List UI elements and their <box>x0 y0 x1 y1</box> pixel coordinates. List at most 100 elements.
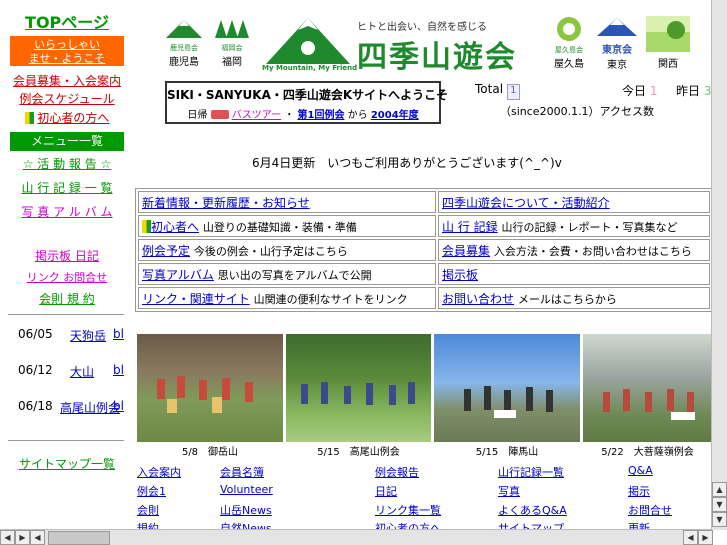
beginner-mark-icon <box>24 112 34 124</box>
branch-small-label: 福岡会 <box>221 44 243 52</box>
schedule-event[interactable]: 天狗岳 <box>70 327 106 344</box>
schedule-blog[interactable]: bl <box>113 363 124 377</box>
main-mountain-logo-icon <box>266 18 350 64</box>
menu-link[interactable]: 新着情報・更新履歴・お知らせ <box>142 196 310 210</box>
footer-link[interactable]: 例会1 <box>137 483 166 499</box>
branch-kansai[interactable]: 関西 <box>645 16 691 70</box>
sidebar-beginner[interactable]: 初心者の方へ <box>10 109 124 126</box>
schedule-blog[interactable]: bl <box>113 399 124 413</box>
menu-link[interactable]: 例会予定 <box>142 244 190 258</box>
scroll-left-icon[interactable]: ◀ <box>30 530 45 545</box>
menu-link[interactable]: リンク・関連サイト <box>142 292 250 306</box>
menu-cell: 山 行 記録 山行の記録・レポート・写真集など <box>438 215 710 237</box>
notice-link-year[interactable]: 2004年度 <box>371 110 419 121</box>
sitemap-link[interactable]: サイトマップ一覧 <box>10 455 124 472</box>
sidebar-menu-5[interactable]: リンク お問合せ <box>10 269 124 285</box>
notice-prefix: 日帰 <box>187 110 208 121</box>
branch-yakushima[interactable]: 屋久島会 屋久島 <box>550 16 588 70</box>
menu-cell: リンク・関連サイト 山関連の便利なサイトをリンク <box>138 287 436 309</box>
menu-link[interactable]: 会員募集 <box>442 244 490 258</box>
footer-link[interactable]: 会則 <box>137 502 159 518</box>
menu-link[interactable]: 写真アルバム <box>142 268 214 282</box>
scroll-up-icon[interactable]: ▲ <box>712 482 727 497</box>
footer-link[interactable]: 山岳News <box>220 502 272 518</box>
group-photo[interactable] <box>434 334 580 442</box>
brand-logo[interactable]: My Mountain, My Friend ヒトと出会い、自然を感じる 四季山… <box>262 14 542 76</box>
sidebar-link-schedule[interactable]: 例会スケジュール <box>10 90 124 107</box>
footer-link[interactable]: 日記 <box>375 483 397 499</box>
counter-label: Total <box>475 82 504 96</box>
mountain-logo-icon <box>166 20 202 38</box>
brand-subtitle: My Mountain, My Friend <box>262 64 358 72</box>
branch-label: 関西 <box>658 59 678 70</box>
branch-small-label: 鹿児島会 <box>170 44 198 52</box>
scroll-down-icon[interactable]: ▼ <box>712 512 727 527</box>
footer-link[interactable]: リンク集一覧 <box>375 502 441 518</box>
group-photo[interactable] <box>286 334 431 442</box>
footer-link[interactable]: お問合せ <box>628 502 672 518</box>
notice-link-first[interactable]: 第1回例会 <box>297 110 344 121</box>
sidebar-menu-1[interactable]: ☆ 活 動 報 告 ☆ <box>10 155 124 172</box>
counter-yesterday: 昨日 3 <box>676 82 711 99</box>
group-photo[interactable] <box>583 334 712 442</box>
hikers-group-icon <box>464 386 553 418</box>
table-row: 初心者へ 山登りの基礎知識・装備・準備 山 行 記録 山行の記録・レポート・写真… <box>138 215 710 237</box>
scroll-right-icon[interactable]: ▶ <box>698 530 713 545</box>
scroll-thumb[interactable] <box>48 531 110 545</box>
footer-link[interactable]: 入会案内 <box>137 464 181 480</box>
counter-total: Total 1 <box>475 82 520 100</box>
branch-kagoshima[interactable]: 鹿児島会 鹿児島 <box>163 18 205 68</box>
sidebar-link-recruit[interactable]: 会員募集・入会案内 <box>10 72 124 89</box>
sidebar-menu-2[interactable]: 山 行 記 録 一 覧 <box>10 179 124 196</box>
group-photo[interactable] <box>137 334 283 442</box>
sidebar-menu-4[interactable]: 掲示板 日記 <box>10 247 124 264</box>
scroll-left-icon[interactable]: ◀ <box>683 530 698 545</box>
footer-link[interactable]: 写真 <box>498 483 520 499</box>
branch-label: 鹿児島 <box>169 57 199 68</box>
branch-small-label: 東京会 <box>602 45 632 56</box>
schedule-event[interactable]: 大山 <box>70 363 94 380</box>
schedule-blog[interactable]: bl <box>113 327 124 341</box>
footer-link[interactable]: Volunteer <box>220 483 273 496</box>
photo-caption: 5/15 陣馬山 <box>475 447 539 458</box>
menu-link[interactable]: 掲示板 <box>442 268 478 282</box>
menu-cell: 掲示板 <box>438 263 710 285</box>
footer-link[interactable]: よくあるQ&A <box>498 502 567 518</box>
menu-list-box[interactable]: メニュー一覧 <box>10 132 124 151</box>
scroll-left-icon[interactable]: ◀ <box>0 530 15 545</box>
footer-link[interactable]: 例会報告 <box>375 464 419 480</box>
left-sidebar: TOPページ いらっしゃい ませ・ようこそ 会員募集・入会案内 例会スケジュール… <box>0 0 130 530</box>
sidebar-menu-6[interactable]: 会則 規 約 <box>10 290 124 307</box>
notice-link-bus[interactable]: バスツアー <box>232 110 281 121</box>
sidebar-menu-3[interactable]: 写 真 ア ル バ ム <box>10 203 124 220</box>
sidebar-divider <box>8 440 124 441</box>
scroll-down-icon[interactable]: ▼ <box>712 497 727 512</box>
schedule-event[interactable]: 高尾山例会 <box>60 399 120 416</box>
menu-link[interactable]: 山 行 記録 <box>442 220 498 234</box>
top-page-link[interactable]: TOPページ <box>10 9 124 33</box>
menu-link[interactable]: お問い合わせ <box>442 292 514 306</box>
welcome-box[interactable]: いらっしゃい ませ・ようこそ <box>10 36 124 66</box>
menu-desc: 思い出の写真をアルバムで公開 <box>217 268 372 282</box>
menu-cell: 初心者へ 山登りの基礎知識・装備・準備 <box>138 215 436 237</box>
menu-link[interactable]: 初心者へ <box>151 220 199 234</box>
schedule-row: 06/05 天狗岳 bl <box>18 327 128 344</box>
footer-link[interactable]: 会員名簿 <box>220 464 264 480</box>
sidebar-link-beginner[interactable]: 初心者の方へ <box>37 111 109 125</box>
footer-link[interactable]: 山行記録一覧 <box>498 464 564 480</box>
branch-fukuoka[interactable]: 福岡会 福岡 <box>212 18 252 68</box>
footer-link[interactable]: 掲示 <box>628 483 650 499</box>
photo-caption: 5/8 御岳山 <box>181 447 239 458</box>
menu-cell: 会員募集 入会方法・会費・お問い合わせはこちら <box>438 239 710 261</box>
footer-link[interactable]: Q&A <box>628 464 653 477</box>
menu-desc: 山関連の便利なサイトをリンク <box>253 292 408 306</box>
horizontal-scrollbar[interactable]: ◀ ▶ ◀ ◀ ▶ <box>0 529 713 545</box>
menu-link[interactable]: 四季山遊会について・活動紹介 <box>442 196 610 210</box>
scroll-right-icon[interactable]: ▶ <box>15 530 30 545</box>
notice-suffix: から <box>347 110 368 121</box>
table-row: 写真アルバム 思い出の写真をアルバムで公開 掲示板 <box>138 263 710 285</box>
vertical-scrollbar[interactable]: ▲ ▼ ▼ <box>711 0 727 530</box>
counter-label: 昨日 <box>676 84 701 98</box>
branch-tokyo[interactable]: 東京会 東京 <box>594 16 640 71</box>
trees-logo-icon <box>215 20 249 38</box>
